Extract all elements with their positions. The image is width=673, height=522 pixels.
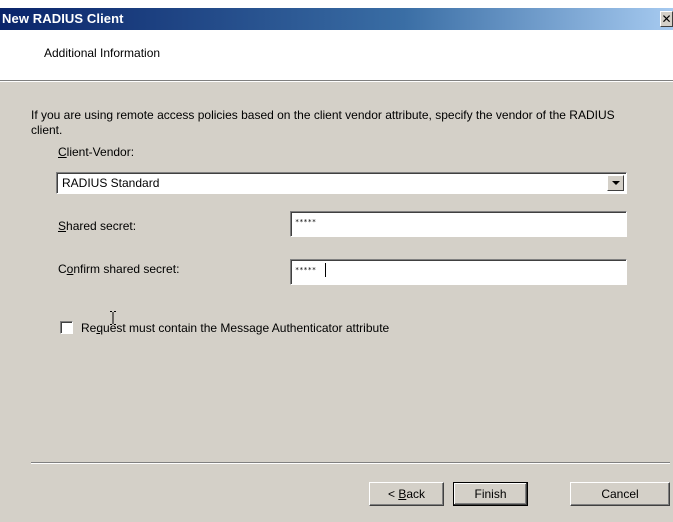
back-button[interactable]: < Back <box>369 482 444 506</box>
text-caret <box>325 263 326 277</box>
close-icon[interactable]: ✕ <box>660 11 673 27</box>
new-radius-client-dialog: New RADIUS Client ✕ Additional Informati… <box>0 8 673 522</box>
shared-secret-masked-value: ***** <box>295 218 317 226</box>
confirm-secret-masked-value: ***** <box>295 266 317 274</box>
wizard-header: Additional Information <box>0 30 673 80</box>
footer-divider <box>31 462 670 464</box>
ibeam-cursor-icon <box>110 311 116 325</box>
chevron-down-icon[interactable] <box>607 175 624 191</box>
header-divider <box>0 80 673 82</box>
confirm-secret-label: Confirm shared secret: <box>58 262 180 276</box>
shared-secret-field[interactable]: ***** <box>290 211 627 237</box>
finish-button[interactable]: Finish <box>453 482 528 506</box>
cancel-button[interactable]: Cancel <box>570 482 670 506</box>
message-authenticator-label[interactable]: Request must contain the Message Authent… <box>81 321 389 335</box>
client-vendor-dropdown[interactable]: RADIUS Standard <box>56 172 627 194</box>
client-vendor-value: RADIUS Standard <box>62 176 160 190</box>
page-title: Additional Information <box>44 46 161 60</box>
description-text: If you are using remote access policies … <box>31 108 615 137</box>
message-authenticator-checkbox[interactable] <box>60 321 73 334</box>
confirm-secret-field[interactable]: ***** <box>290 259 627 285</box>
window-title: New RADIUS Client <box>2 11 124 26</box>
title-bar[interactable]: New RADIUS Client ✕ <box>0 8 673 30</box>
client-vendor-label: Client-Vendor: <box>58 145 135 159</box>
shared-secret-label: Shared secret: <box>58 219 137 233</box>
